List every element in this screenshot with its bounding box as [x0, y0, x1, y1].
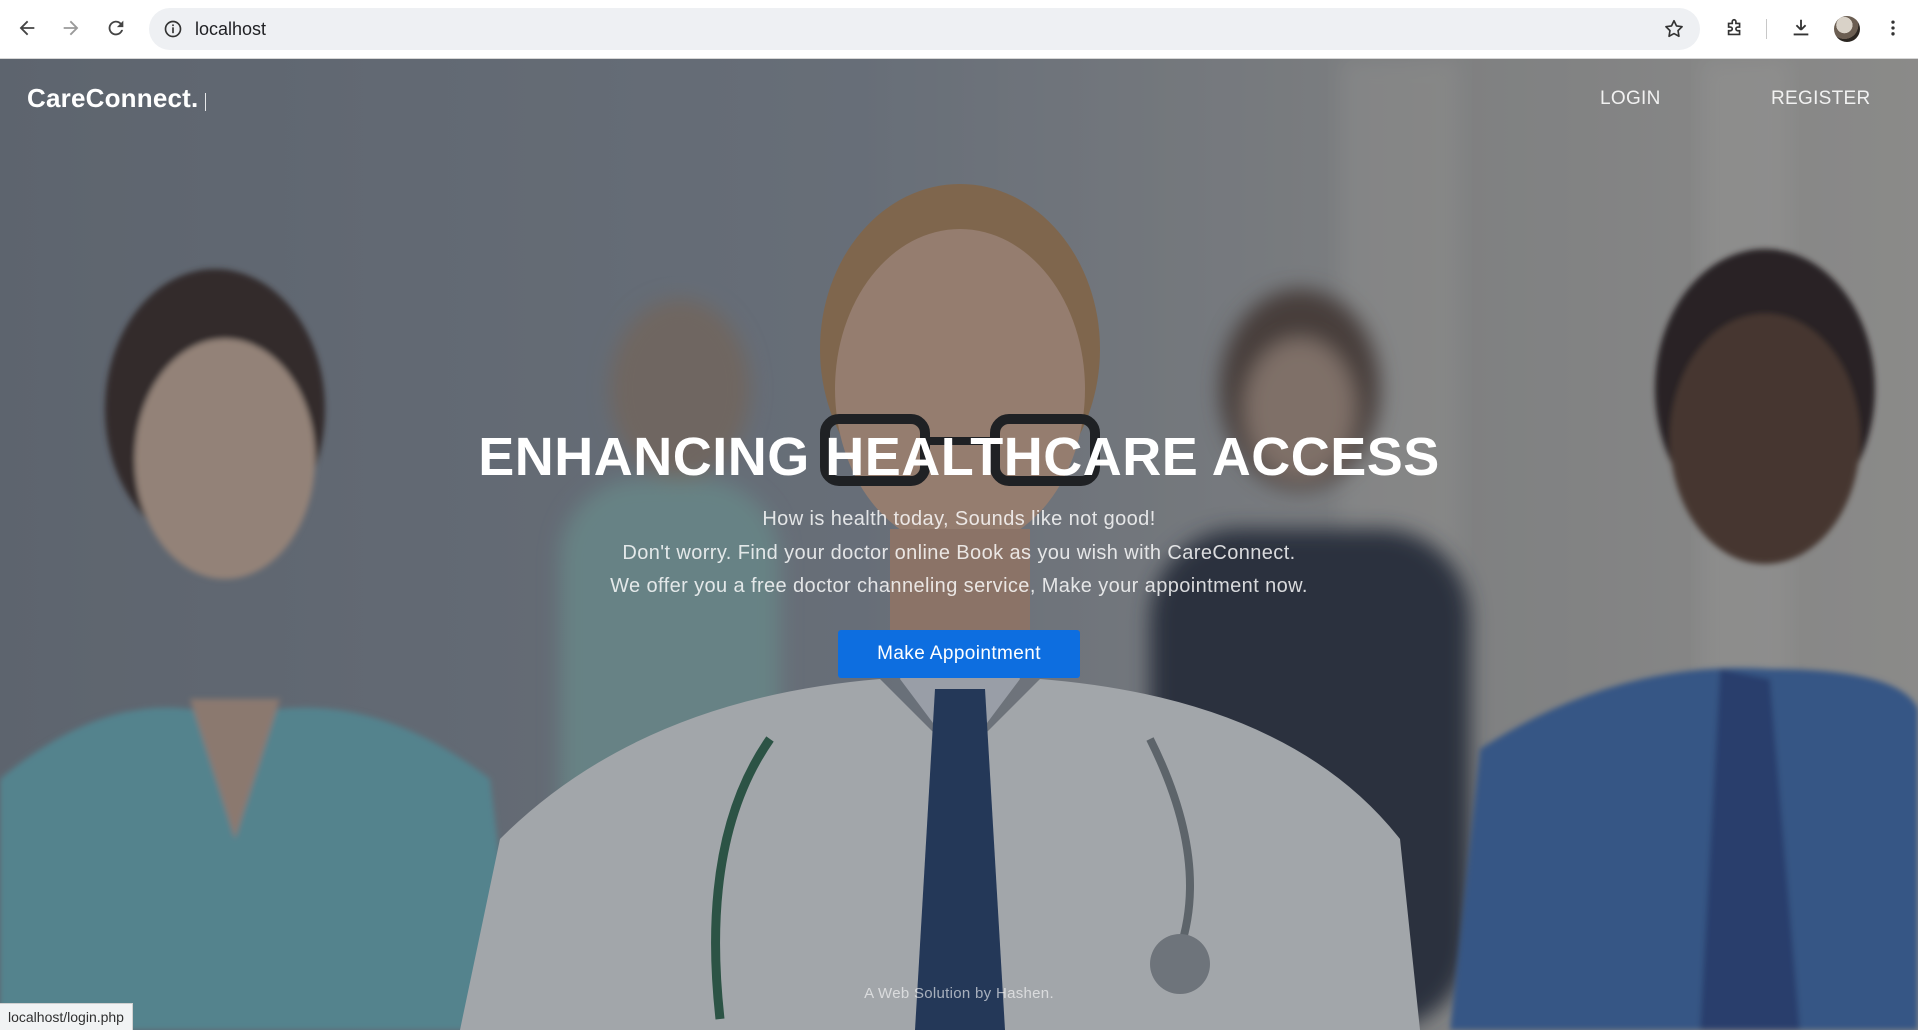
login-link[interactable]: LOGIN	[1600, 88, 1661, 110]
forward-arrow-icon	[63, 20, 79, 36]
status-url-bubble: localhost/login.php	[0, 1003, 133, 1030]
back-button[interactable]	[12, 13, 42, 43]
register-link[interactable]: REGISTER	[1771, 88, 1871, 110]
browser-toolbar: localhost	[0, 0, 1918, 59]
reload-button[interactable]	[101, 13, 131, 43]
toolbar-divider	[1766, 19, 1767, 39]
hero-subtitle-line-2: Don't worry. Find your doctor online Boo…	[622, 542, 1296, 564]
make-appointment-button[interactable]: Make Appointment	[838, 630, 1080, 678]
footer-credit: A Web Solution by Hashen.	[864, 985, 1054, 1002]
download-icon[interactable]	[1788, 15, 1814, 41]
address-bar[interactable]: localhost	[149, 8, 1700, 50]
kebab-menu-icon[interactable]	[1880, 15, 1906, 41]
star-icon[interactable]	[1662, 17, 1686, 41]
puzzle-icon[interactable]	[1722, 15, 1748, 41]
hero-subtitle-line-1: How is health today, Sounds like not goo…	[762, 508, 1156, 530]
hero-subtitle-line-3: We offer you a free doctor channeling se…	[610, 575, 1308, 597]
back-arrow-icon	[19, 20, 35, 36]
brand-divider	[205, 93, 206, 111]
url-text[interactable]: localhost	[195, 19, 266, 40]
forward-button[interactable]	[56, 13, 86, 43]
hero-headline: ENHANCING HEALTHCARE ACCESS	[478, 427, 1440, 487]
avatar[interactable]	[1834, 16, 1860, 42]
reload-icon	[108, 20, 124, 36]
brand-logo[interactable]: CareConnect.	[27, 83, 198, 114]
info-icon[interactable]	[162, 18, 184, 40]
hero-section: CareConnect. LOGIN REGISTER ENHANCING HE…	[0, 59, 1918, 1030]
